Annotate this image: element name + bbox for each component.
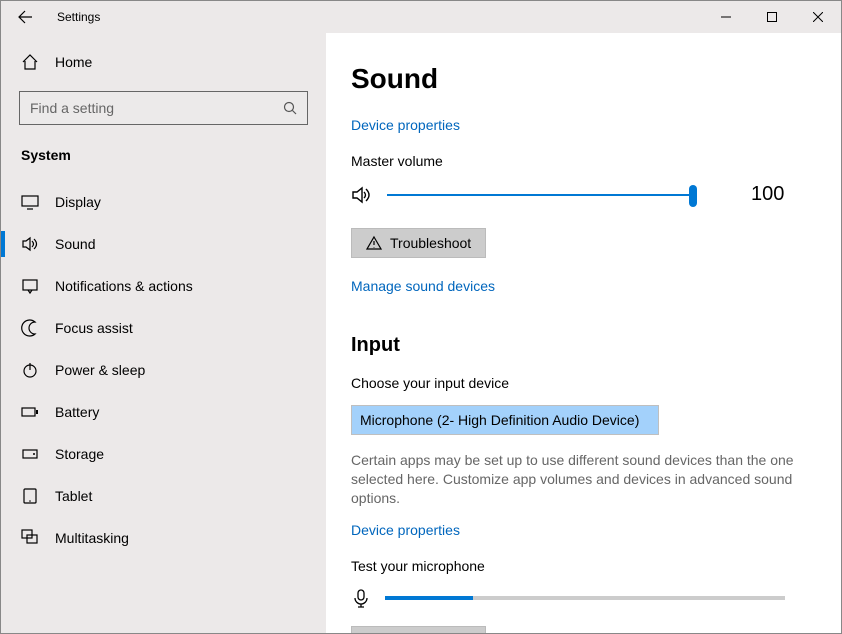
input-heading: Input xyxy=(351,334,816,357)
search-icon xyxy=(283,101,297,115)
home-label: Home xyxy=(55,54,92,70)
search-box[interactable] xyxy=(19,91,308,125)
nav-tablet[interactable]: Tablet xyxy=(1,475,326,517)
back-button[interactable] xyxy=(1,1,49,33)
volume-slider[interactable] xyxy=(387,187,697,203)
mic-level-bar xyxy=(385,596,785,600)
sound-icon xyxy=(21,235,39,253)
choose-input-label: Choose your input device xyxy=(351,375,816,391)
manage-sound-devices-link[interactable]: Manage sound devices xyxy=(351,278,495,294)
button-label: Troubleshoot xyxy=(390,235,471,251)
nav-label: Battery xyxy=(55,404,99,420)
notifications-icon xyxy=(21,277,39,295)
volume-value: 100 xyxy=(751,183,784,206)
volume-thumb[interactable] xyxy=(689,185,697,207)
focus-assist-icon xyxy=(21,319,39,337)
back-arrow-icon xyxy=(17,9,33,25)
display-icon xyxy=(21,193,39,211)
maximize-icon xyxy=(767,12,777,22)
page-title: Sound xyxy=(351,63,816,95)
minimize-button[interactable] xyxy=(703,1,749,33)
warning-icon xyxy=(366,235,382,251)
window-title: Settings xyxy=(57,10,100,24)
troubleshoot-output-button[interactable]: Troubleshoot xyxy=(351,228,486,258)
nav-label: Notifications & actions xyxy=(55,278,193,294)
home-nav[interactable]: Home xyxy=(1,43,326,81)
nav-storage[interactable]: Storage xyxy=(1,433,326,475)
nav-label: Storage xyxy=(55,446,104,462)
tablet-icon xyxy=(21,487,39,505)
battery-icon xyxy=(21,403,39,421)
device-properties-link[interactable]: Device properties xyxy=(351,117,460,133)
nav-multitasking[interactable]: Multitasking xyxy=(1,517,326,559)
nav-label: Focus assist xyxy=(55,320,133,336)
nav-label: Display xyxy=(55,194,101,210)
nav-label: Multitasking xyxy=(55,530,129,546)
storage-icon xyxy=(21,445,39,463)
content-area: Sound Device properties Master volume 10… xyxy=(326,33,841,633)
nav-sound[interactable]: Sound xyxy=(1,223,326,265)
search-input[interactable] xyxy=(30,100,283,116)
titlebar: Settings xyxy=(1,1,841,33)
maximize-button[interactable] xyxy=(749,1,795,33)
nav-notifications[interactable]: Notifications & actions xyxy=(1,265,326,307)
nav-display[interactable]: Display xyxy=(1,181,326,223)
nav-battery[interactable]: Battery xyxy=(1,391,326,433)
nav-label: Sound xyxy=(55,236,95,252)
troubleshoot-input-button[interactable]: Troubleshoot xyxy=(351,626,486,633)
nav-focus-assist[interactable]: Focus assist xyxy=(1,307,326,349)
input-device-select[interactable]: Microphone (2- High Definition Audio Dev… xyxy=(351,405,659,435)
nav-label: Tablet xyxy=(55,488,92,504)
input-device-properties-link[interactable]: Device properties xyxy=(351,522,460,538)
multitasking-icon xyxy=(21,529,39,547)
speaker-icon xyxy=(351,184,373,206)
settings-window: Settings Home xyxy=(0,0,842,634)
close-button[interactable] xyxy=(795,1,841,33)
master-volume-label: Master volume xyxy=(351,153,816,169)
sidebar: Home System Display Sound xyxy=(1,33,326,633)
volume-row: 100 xyxy=(351,183,816,206)
nav-power-sleep[interactable]: Power & sleep xyxy=(1,349,326,391)
close-icon xyxy=(813,12,823,22)
test-mic-label: Test your microphone xyxy=(351,558,816,574)
category-header: System xyxy=(1,147,326,181)
power-icon xyxy=(21,361,39,379)
mic-level-row xyxy=(351,588,816,608)
home-icon xyxy=(21,53,39,71)
selected-input-device: Microphone (2- High Definition Audio Dev… xyxy=(360,412,639,428)
input-hint: Certain apps may be set up to use differ… xyxy=(351,451,801,508)
window-controls xyxy=(703,1,841,33)
nav-label: Power & sleep xyxy=(55,362,145,378)
microphone-icon xyxy=(351,588,371,608)
minimize-icon xyxy=(721,12,731,22)
